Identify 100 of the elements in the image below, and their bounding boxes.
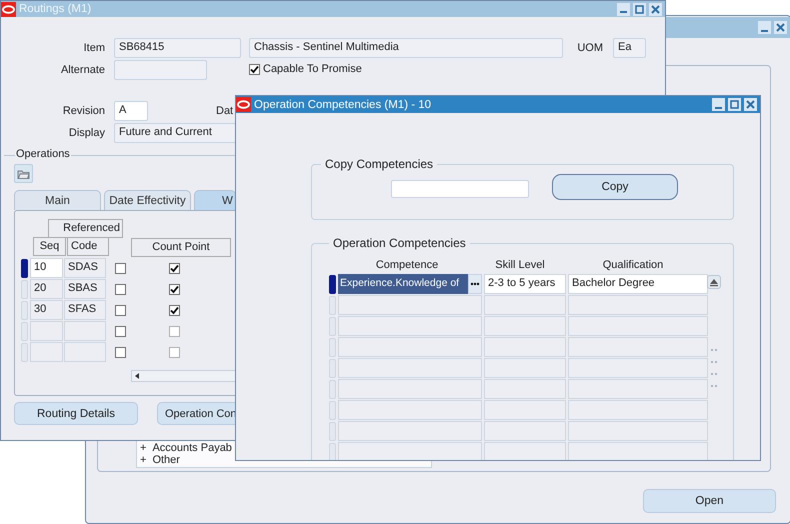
alternate-field[interactable] — [114, 60, 207, 80]
checkbox[interactable] — [115, 326, 126, 336]
checkbox[interactable] — [115, 346, 126, 358]
expand-toggle[interactable]: + — [140, 442, 146, 454]
seq-field[interactable] — [30, 321, 63, 341]
close-button[interactable] — [649, 2, 662, 16]
revision-field[interactable]: A — [114, 101, 148, 121]
tab[interactable]: W — [194, 190, 236, 210]
logo-icon — [1, 2, 16, 16]
row-indicator[interactable] — [21, 258, 28, 278]
qualification-field[interactable] — [568, 295, 708, 315]
maximize-button[interactable] — [633, 2, 646, 16]
qualification-field[interactable] — [568, 421, 708, 441]
competence-field[interactable] — [338, 379, 482, 399]
field-label: Dat — [216, 105, 234, 117]
field-label: Item — [82, 42, 105, 54]
checkbox[interactable] — [169, 262, 180, 274]
competence-field[interactable] — [338, 442, 482, 460]
checkbox[interactable] — [115, 304, 126, 316]
qualification-field[interactable] — [568, 400, 708, 420]
minimize-button[interactable] — [617, 2, 630, 16]
qualification-field[interactable] — [568, 316, 708, 336]
competence-field[interactable] — [338, 400, 482, 420]
qualification-field[interactable] — [568, 358, 708, 378]
group-label: Copy Competencies — [321, 157, 438, 171]
item-field[interactable]: SB68415 — [114, 38, 241, 58]
description-field[interactable]: Chassis - Sentinel Multimedia — [249, 38, 563, 58]
input-field[interactable] — [391, 180, 529, 198]
seq-field[interactable]: 10 — [30, 258, 63, 278]
routing-details-button[interactable]: Routing Details — [14, 402, 138, 425]
column-header: Competence — [374, 259, 440, 271]
tab[interactable]: Date Effectivity — [104, 190, 191, 210]
seq-field[interactable]: 30 — [30, 300, 63, 320]
window-title: Operation Competencies (M1) - 10 — [254, 98, 432, 110]
minimize-button[interactable] — [758, 21, 771, 34]
skill-level-field[interactable] — [484, 295, 566, 315]
code-field[interactable]: SDAS — [64, 258, 106, 278]
code-field[interactable]: SBAS — [64, 279, 106, 299]
qualification-field[interactable] — [568, 337, 708, 357]
tab[interactable]: Main — [14, 190, 101, 210]
qualification-field[interactable] — [568, 442, 708, 460]
field-label: Revision — [62, 105, 105, 117]
maximize-button[interactable] — [728, 98, 741, 111]
checkbox[interactable] — [169, 346, 180, 358]
list-button[interactable] — [468, 274, 482, 294]
competence-field[interactable] — [338, 337, 482, 357]
attachment-button[interactable] — [14, 164, 33, 183]
section-label: Operations — [15, 148, 71, 160]
competence-field[interactable] — [338, 358, 482, 378]
checkbox[interactable] — [249, 64, 260, 74]
skill-level-field[interactable] — [484, 358, 566, 378]
close-button[interactable] — [774, 21, 787, 34]
logo-icon — [236, 97, 251, 112]
skill-level-field[interactable] — [484, 442, 566, 460]
checkbox[interactable] — [115, 284, 126, 294]
column-header: Skill Level — [494, 259, 546, 271]
competence-field[interactable] — [338, 421, 482, 441]
qualification-field[interactable] — [568, 379, 708, 399]
scroll-left-icon[interactable] — [133, 372, 141, 380]
qualification-field[interactable]: Bachelor Degree — [568, 274, 708, 294]
tree-item[interactable]: Accounts Payab — [152, 442, 232, 454]
competence-field[interactable] — [338, 295, 482, 315]
skill-level-field[interactable] — [484, 400, 566, 420]
field-label: Alternate — [60, 64, 105, 76]
minimize-icon — [715, 106, 722, 108]
seq-field[interactable] — [30, 342, 63, 362]
checkbox-label: Capable To Promise — [263, 63, 362, 75]
column-header: Code — [67, 237, 109, 256]
minimize-icon — [761, 30, 768, 32]
horizontal-scrollbar[interactable] — [131, 370, 236, 382]
skill-level-field[interactable] — [484, 421, 566, 441]
scroll-up-icon[interactable] — [707, 275, 721, 289]
close-button[interactable] — [744, 98, 757, 111]
checkbox[interactable] — [169, 326, 180, 336]
row-indicator[interactable] — [329, 274, 336, 294]
competence-field[interactable]: Experience.Knowledge of — [338, 274, 468, 294]
copy-button[interactable]: Copy — [552, 174, 678, 200]
tree-item[interactable]: Other — [152, 454, 180, 466]
expand-toggle[interactable]: + — [140, 454, 146, 466]
uom-field[interactable]: Ea — [613, 38, 646, 58]
column-header: Referenced — [48, 219, 123, 238]
competence-field[interactable] — [338, 316, 482, 336]
minimize-button[interactable] — [712, 98, 725, 111]
seq-field[interactable]: 20 — [30, 279, 63, 299]
open-button[interactable]: Open — [643, 489, 776, 513]
display-field[interactable]: Future and Current — [114, 123, 236, 143]
checkbox[interactable] — [115, 262, 126, 274]
field-label: Display — [68, 127, 105, 139]
ellipsis-icon — [470, 282, 480, 286]
skill-level-field[interactable]: 2-3 to 5 years — [484, 274, 566, 294]
skill-level-field[interactable] — [484, 337, 566, 357]
skill-level-field[interactable] — [484, 379, 566, 399]
code-field[interactable] — [64, 342, 106, 362]
skill-level-field[interactable] — [484, 316, 566, 336]
checkbox[interactable] — [169, 284, 180, 294]
group-label: Operation Competencies — [329, 236, 470, 250]
field-label: UOM — [576, 42, 603, 54]
checkbox[interactable] — [169, 304, 180, 316]
code-field[interactable]: SFAS — [64, 300, 106, 320]
code-field[interactable] — [64, 321, 106, 341]
